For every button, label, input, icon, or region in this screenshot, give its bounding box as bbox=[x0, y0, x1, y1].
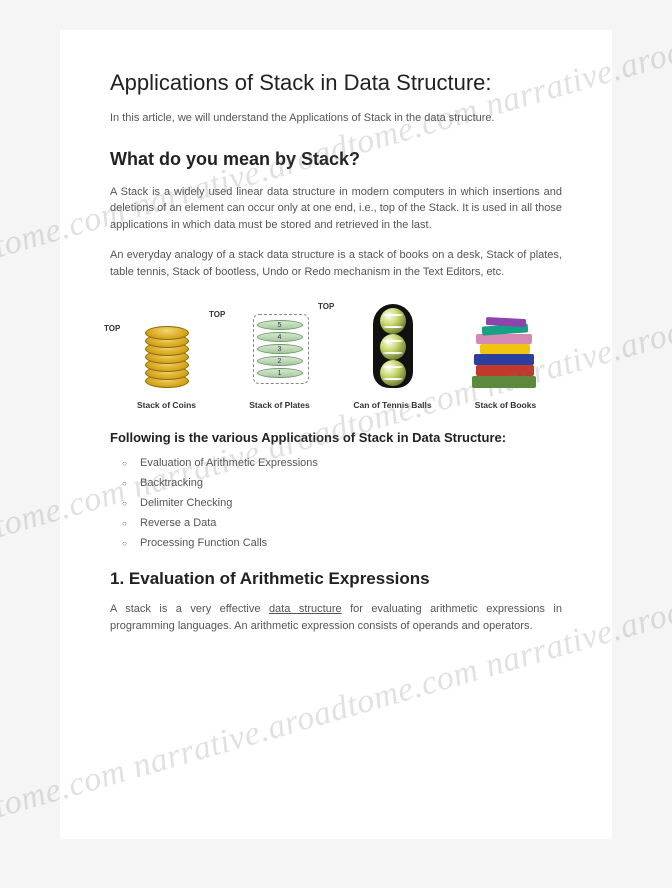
heading-evaluation: 1. Evaluation of Arithmetic Expressions bbox=[110, 569, 562, 589]
caption-coins: Stack of Coins bbox=[110, 400, 223, 410]
stack-of-books-icon bbox=[466, 312, 546, 388]
plate-3: 3 bbox=[257, 344, 303, 354]
list-item: Evaluation of Arithmetic Expressions bbox=[140, 457, 562, 469]
can-of-tennis-balls-icon bbox=[373, 304, 413, 388]
list-item: Delimiter Checking bbox=[140, 497, 562, 509]
plates-cell: TOP 1 2 3 4 5 bbox=[223, 308, 336, 388]
heading-what-is-stack: What do you mean by Stack? bbox=[110, 149, 562, 170]
plate-5: 5 bbox=[257, 320, 303, 330]
top-label-can: TOP bbox=[318, 302, 334, 311]
caption-books: Stack of Books bbox=[449, 400, 562, 410]
list-item: Backtracking bbox=[140, 477, 562, 489]
list-item: Processing Function Calls bbox=[140, 537, 562, 549]
can-cell: TOP bbox=[336, 304, 449, 388]
books-cell bbox=[449, 312, 562, 388]
analogy-paragraph: An everyday analogy of a stack data stru… bbox=[110, 247, 562, 280]
caption-can: Can of Tennis Balls bbox=[336, 400, 449, 410]
page-title: Applications of Stack in Data Structure: bbox=[110, 70, 562, 96]
intro-paragraph: In this article, we will understand the … bbox=[110, 110, 562, 127]
stack-of-plates-icon: 1 2 3 4 5 bbox=[245, 308, 315, 388]
plate-1: 1 bbox=[257, 368, 303, 378]
document-page: Applications of Stack in Data Structure:… bbox=[60, 30, 612, 839]
stack-examples-diagram: TOP TOP 1 2 3 4 5 TOP bbox=[110, 294, 562, 394]
diagram-captions: Stack of Coins Stack of Plates Can of Te… bbox=[110, 400, 562, 410]
heading-applications-list: Following is the various Applications of… bbox=[110, 430, 562, 445]
stack-of-coins-icon bbox=[127, 318, 207, 388]
list-item: Reverse a Data bbox=[140, 517, 562, 529]
top-label-plates: TOP bbox=[209, 310, 225, 319]
evaluation-paragraph: A stack is a very effective data structu… bbox=[110, 601, 562, 634]
para3-part-a: A stack is a very effective bbox=[110, 603, 269, 615]
coins-cell: TOP bbox=[110, 318, 223, 388]
top-label-coins: TOP bbox=[104, 324, 120, 333]
plate-4: 4 bbox=[257, 332, 303, 342]
applications-list: Evaluation of Arithmetic Expressions Bac… bbox=[110, 457, 562, 549]
caption-plates: Stack of Plates bbox=[223, 400, 336, 410]
definition-paragraph: A Stack is a widely used linear data str… bbox=[110, 184, 562, 234]
data-structure-link[interactable]: data structure bbox=[269, 603, 342, 615]
plate-2: 2 bbox=[257, 356, 303, 366]
